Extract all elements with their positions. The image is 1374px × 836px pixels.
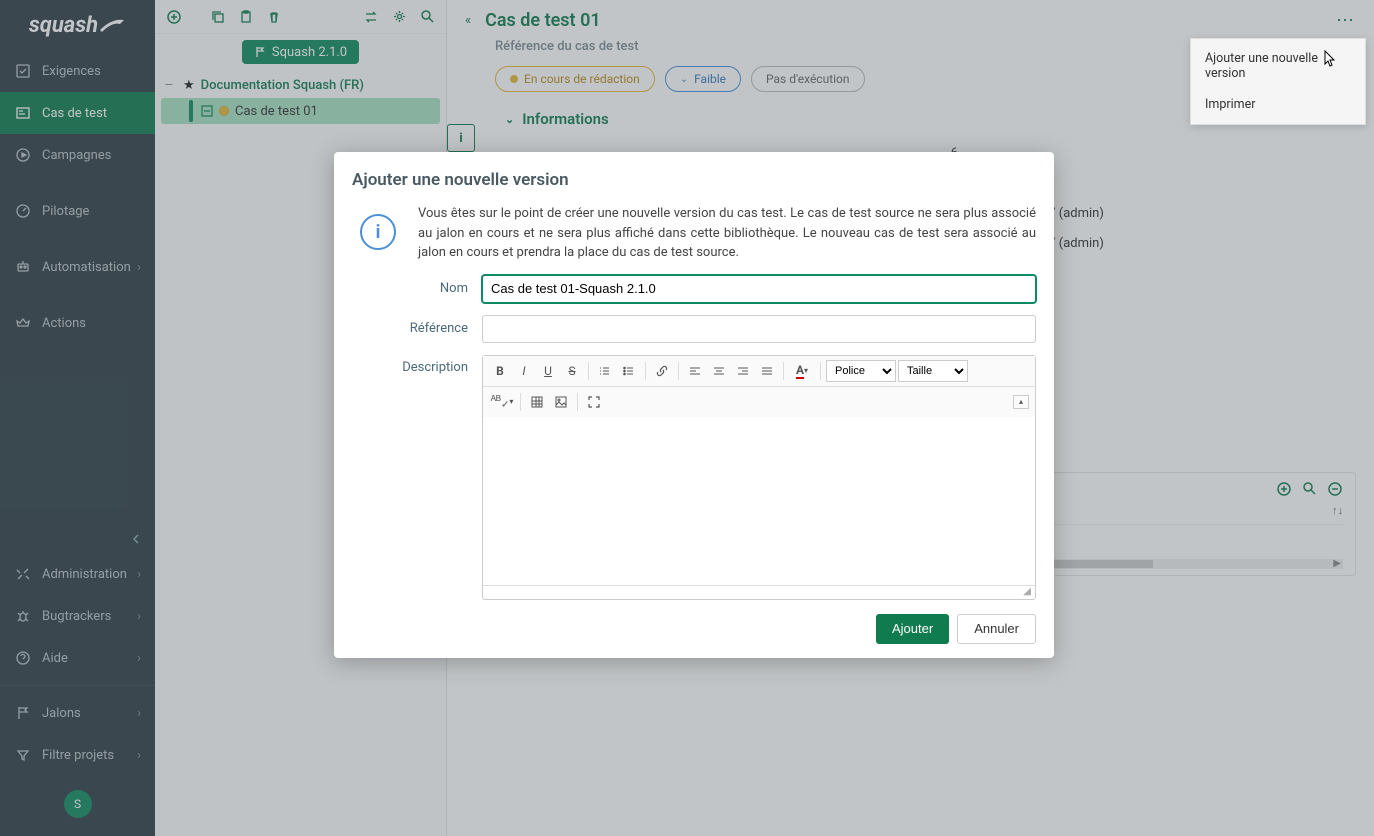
- ctx-new-version[interactable]: Ajouter une nouvelle version: [1191, 43, 1365, 89]
- image-button[interactable]: [550, 391, 572, 413]
- modal-title: Ajouter une nouvelle version: [352, 170, 1036, 190]
- align-right-button[interactable]: [732, 360, 754, 382]
- table-button[interactable]: [526, 391, 548, 413]
- cancel-button[interactable]: Annuler: [957, 614, 1036, 644]
- label-reference: Référence: [352, 321, 482, 336]
- ctx-label: Imprimer: [1205, 97, 1255, 112]
- btn-label: Annuler: [974, 621, 1019, 636]
- rte-toolbar-2: ᴬᴮ✓▾ ▴: [483, 387, 1035, 417]
- numbered-list-button[interactable]: [594, 360, 616, 382]
- label-description: Description: [352, 355, 482, 375]
- modal-description: Vous êtes sur le point de créer une nouv…: [418, 204, 1036, 263]
- rte-resize-handle[interactable]: ◢: [483, 585, 1035, 599]
- spellcheck-button[interactable]: ᴬᴮ✓▾: [489, 391, 515, 413]
- italic-button[interactable]: I: [513, 360, 535, 382]
- size-select[interactable]: Taille: [898, 360, 968, 382]
- strike-button[interactable]: S: [561, 360, 583, 382]
- text-color-button[interactable]: A ▾: [789, 360, 815, 382]
- bullet-list-button[interactable]: [618, 360, 640, 382]
- link-button[interactable]: [651, 360, 673, 382]
- ctx-label: Ajouter une nouvelle version: [1205, 51, 1318, 81]
- fullscreen-button[interactable]: [583, 391, 605, 413]
- label-nom: Nom: [352, 281, 482, 296]
- context-menu: Ajouter une nouvelle version Imprimer: [1190, 38, 1366, 125]
- btn-label: Ajouter: [892, 621, 933, 636]
- font-select[interactable]: Police: [826, 360, 896, 382]
- rte-textarea[interactable]: [483, 417, 1035, 585]
- ctx-print[interactable]: Imprimer: [1191, 89, 1365, 120]
- input-reference[interactable]: [482, 315, 1036, 343]
- align-left-button[interactable]: [684, 360, 706, 382]
- rte-toolbar: B I U S A ▾ Police Taille: [483, 356, 1035, 387]
- modal-new-version: Ajouter une nouvelle version i Vous êtes…: [334, 152, 1054, 658]
- rich-text-editor: B I U S A ▾ Police Taille: [482, 355, 1036, 600]
- collapse-toolbar-button[interactable]: ▴: [1013, 395, 1029, 409]
- underline-button[interactable]: U: [537, 360, 559, 382]
- submit-button[interactable]: Ajouter: [876, 614, 949, 644]
- align-justify-button[interactable]: [756, 360, 778, 382]
- info-circle-icon: i: [360, 214, 396, 250]
- input-nom[interactable]: [482, 275, 1036, 303]
- bold-button[interactable]: B: [489, 360, 511, 382]
- align-center-button[interactable]: [708, 360, 730, 382]
